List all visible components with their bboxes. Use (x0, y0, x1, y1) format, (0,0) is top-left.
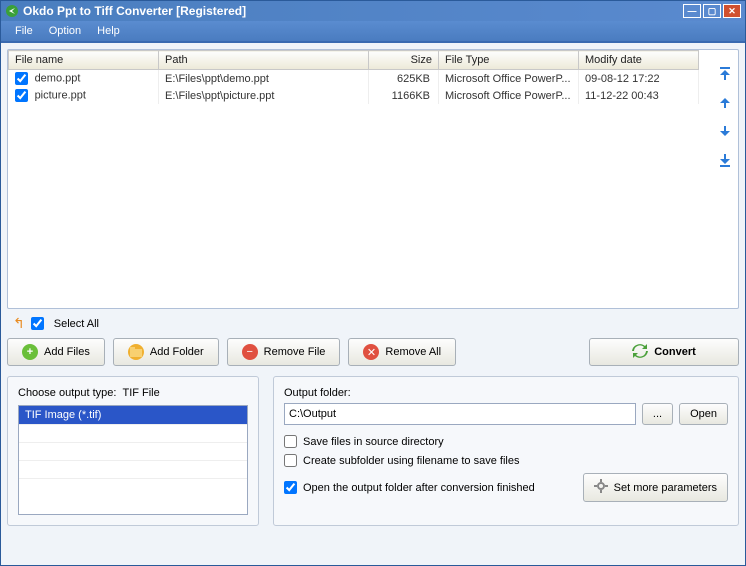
list-item[interactable]: TIF Image (*.tif) (19, 406, 247, 424)
menubar: File Option Help (1, 21, 745, 43)
remove-all-icon: ✕ (363, 344, 379, 360)
gear-icon (594, 479, 608, 496)
list-item (19, 424, 247, 442)
select-all-checkbox[interactable] (31, 317, 44, 330)
menu-option[interactable]: Option (41, 23, 89, 39)
open-after-label: Open the output folder after conversion … (303, 482, 535, 494)
remove-all-label: Remove All (385, 346, 441, 358)
col-size[interactable]: Size (369, 51, 439, 70)
table-row[interactable]: picture.ppt E:\Files\ppt\picture.ppt1166K… (9, 87, 699, 104)
cell-path: E:\Files\ppt\picture.ppt (159, 87, 369, 104)
open-after-checkbox[interactable] (284, 481, 297, 494)
add-folder-button[interactable]: Add Folder (113, 338, 219, 366)
maximize-button[interactable]: ▢ (703, 4, 721, 18)
cell-modify: 11-12-22 00:43 (579, 87, 699, 104)
client-area: File name Path Size File Type Modify dat… (1, 43, 745, 565)
add-files-label: Add Files (44, 346, 90, 358)
menu-file[interactable]: File (7, 23, 41, 39)
remove-file-button[interactable]: −Remove File (227, 338, 341, 366)
file-table: File name Path Size File Type Modify dat… (8, 50, 699, 104)
minus-icon: − (242, 344, 258, 360)
file-list-panel: File name Path Size File Type Modify dat… (7, 49, 739, 309)
cell-path: E:\Files\ppt\demo.ppt (159, 70, 369, 88)
folder-icon (128, 344, 144, 360)
convert-button[interactable]: Convert (589, 338, 739, 366)
move-down-button[interactable] (716, 122, 734, 140)
add-folder-label: Add Folder (150, 346, 204, 358)
more-parameters-label: Set more parameters (614, 482, 717, 494)
col-filetype[interactable]: File Type (439, 51, 579, 70)
output-folder-input[interactable] (284, 403, 636, 425)
cell-filename: picture.ppt (35, 89, 86, 101)
cell-filetype: Microsoft Office PowerP... (439, 70, 579, 88)
app-window: Okdo Ppt to Tiff Converter [Registered] … (0, 0, 746, 566)
cell-size: 1166KB (369, 87, 439, 104)
subfolder-label: Create subfolder using filename to save … (303, 455, 519, 467)
close-button[interactable]: ✕ (723, 4, 741, 18)
list-item (19, 478, 247, 496)
app-icon (5, 4, 19, 18)
output-folder-group: Output folder: ... Open Save files in so… (273, 376, 739, 526)
up-level-icon[interactable]: ↰ (13, 315, 25, 332)
row-checkbox[interactable] (15, 72, 28, 85)
select-all-label: Select All (54, 318, 99, 330)
browse-button[interactable]: ... (642, 403, 673, 425)
output-folder-label: Output folder: (284, 387, 728, 399)
add-files-button[interactable]: + Add Files (7, 338, 105, 366)
output-type-group: Choose output type: TIF File TIF Image (… (7, 376, 259, 526)
move-top-button[interactable] (716, 66, 734, 84)
cell-filetype: Microsoft Office PowerP... (439, 87, 579, 104)
titlebar: Okdo Ppt to Tiff Converter [Registered] … (1, 1, 745, 21)
convert-label: Convert (654, 346, 696, 358)
move-up-button[interactable] (716, 94, 734, 112)
row-checkbox[interactable] (15, 89, 28, 102)
output-type-label: Choose output type: (18, 387, 116, 399)
remove-file-label: Remove File (264, 346, 326, 358)
output-type-current: TIF File (122, 387, 159, 399)
plus-icon: + (22, 344, 38, 360)
minimize-button[interactable]: — (683, 4, 701, 18)
list-item (19, 442, 247, 460)
select-all-row: ↰ Select All (13, 315, 739, 332)
cell-size: 625KB (369, 70, 439, 88)
convert-icon (632, 343, 648, 362)
list-item (19, 460, 247, 478)
app-title: Okdo Ppt to Tiff Converter [Registered] (23, 4, 246, 18)
move-bottom-button[interactable] (716, 150, 734, 168)
col-path[interactable]: Path (159, 51, 369, 70)
table-row[interactable]: demo.ppt E:\Files\ppt\demo.ppt625KBMicros… (9, 70, 699, 88)
save-source-checkbox[interactable] (284, 435, 297, 448)
more-parameters-button[interactable]: Set more parameters (583, 473, 728, 502)
cell-filename: demo.ppt (35, 72, 81, 84)
output-type-list[interactable]: TIF Image (*.tif) (18, 405, 248, 515)
col-modify[interactable]: Modify date (579, 51, 699, 70)
cell-modify: 09-08-12 17:22 (579, 70, 699, 88)
save-source-label: Save files in source directory (303, 436, 444, 448)
remove-all-button[interactable]: ✕ Remove All (348, 338, 456, 366)
col-filename[interactable]: File name (9, 51, 159, 70)
subfolder-checkbox[interactable] (284, 454, 297, 467)
toolbar: + Add Files Add Folder −Remove File ✕ Remo… (7, 338, 739, 366)
menu-help[interactable]: Help (89, 23, 128, 39)
reorder-buttons (716, 66, 734, 168)
open-folder-button[interactable]: Open (679, 403, 728, 425)
bottom-row: Choose output type: TIF File TIF Image (… (7, 376, 739, 526)
